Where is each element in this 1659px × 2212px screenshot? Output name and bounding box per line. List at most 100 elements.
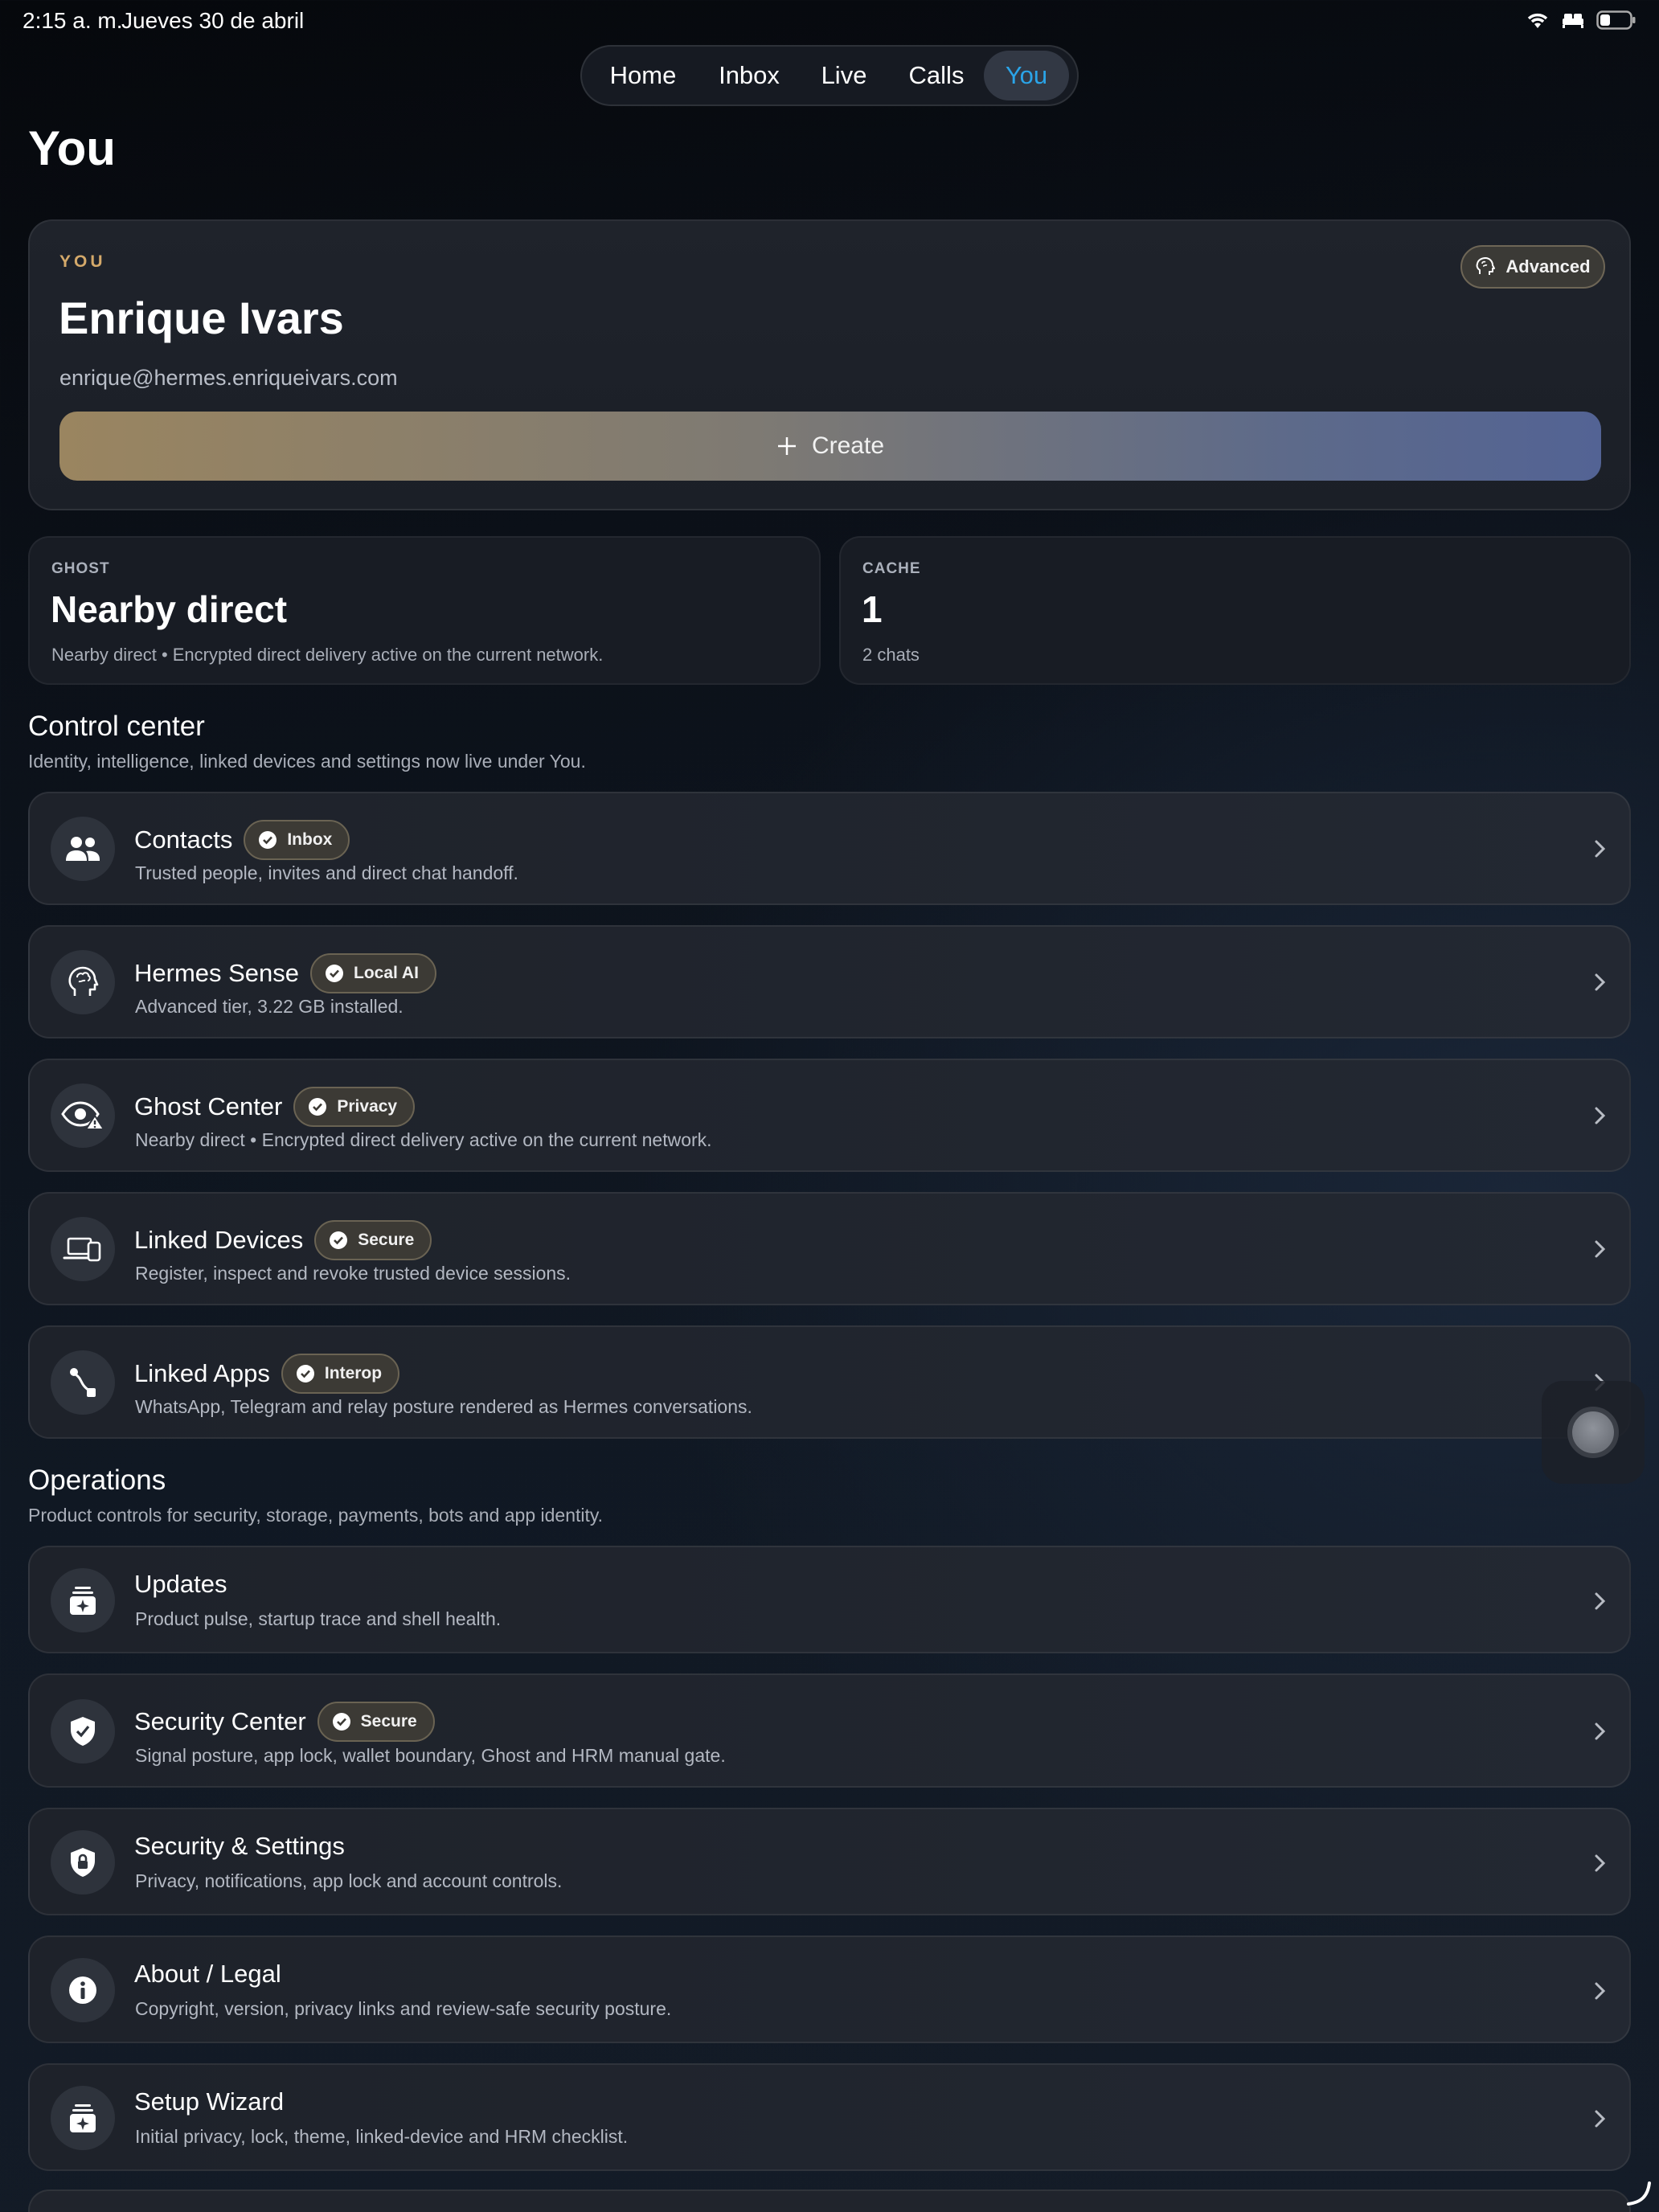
verified-check-icon — [259, 831, 277, 849]
badge-secure: Secure — [314, 1220, 432, 1260]
battery-icon — [1596, 10, 1636, 30]
row-about-legal[interactable]: About / Legal Copyright, version, privac… — [28, 1936, 1631, 2043]
badge-privacy-label: Privacy — [337, 1097, 398, 1116]
verified-check-icon — [309, 1098, 327, 1116]
row-linked-devices-title: Linked Devices — [134, 1226, 304, 1254]
verified-check-icon — [296, 1365, 314, 1382]
info-icon — [51, 1958, 115, 2022]
row-linked-devices[interactable]: Linked Devices Secure Register, inspect … — [28, 1192, 1631, 1305]
create-button[interactable]: Create — [59, 412, 1601, 481]
row-security-settings-desc: Privacy, notifications, app lock and acc… — [135, 1870, 563, 1891]
verified-check-icon — [332, 1713, 350, 1731]
row-linked-apps-title: Linked Apps — [134, 1359, 270, 1387]
tab-inbox[interactable]: Inbox — [699, 51, 799, 100]
row-security-center-title: Security Center — [134, 1707, 306, 1735]
row-security-center[interactable]: Security Center Secure Signal posture, a… — [28, 1673, 1631, 1788]
ghost-stat-card[interactable]: GHOST Nearby direct Nearby direct • Encr… — [28, 536, 821, 685]
row-contacts[interactable]: Contacts Inbox Trusted people, invites a… — [28, 792, 1631, 905]
sparkle-box-icon — [51, 2086, 115, 2150]
badge-secure-label: Secure — [358, 1231, 415, 1249]
chevron-right-icon — [1595, 1592, 1606, 1610]
row-linked-apps[interactable]: Linked Apps Interop WhatsApp, Telegram a… — [28, 1325, 1631, 1439]
cache-stat-card[interactable]: CACHE 1 2 chats — [839, 536, 1631, 685]
operations-title: Operations — [28, 1464, 166, 1496]
tab-live[interactable]: Live — [799, 51, 889, 100]
brain-head-icon — [1477, 257, 1496, 275]
control-center-title: Control center — [28, 711, 205, 742]
profile-card: YOU Enrique Ivars enrique@hermes.enrique… — [28, 219, 1631, 510]
laptop-phone-icon — [51, 1217, 115, 1281]
row-contacts-desc: Trusted people, invites and direct chat … — [135, 862, 518, 883]
create-button-label: Create — [811, 432, 885, 459]
row-setup-wizard[interactable]: Setup Wizard Initial privacy, lock, them… — [28, 2063, 1631, 2171]
cache-stat-sub: 2 chats — [862, 645, 920, 665]
bed-icon — [1563, 14, 1583, 28]
row-ghost-center-desc: Nearby direct • Encrypted direct deliver… — [135, 1129, 712, 1150]
row-updates-desc: Product pulse, startup trace and shell h… — [135, 1608, 502, 1629]
row-setup-wizard-title: Setup Wizard — [134, 2087, 285, 2116]
control-center-subtitle: Identity, intelligence, linked devices a… — [28, 751, 586, 772]
tab-home[interactable]: Home — [587, 51, 699, 100]
badge-local-ai: Local AI — [310, 953, 436, 993]
brain-head-icon — [51, 950, 115, 1014]
row-security-center-desc: Signal posture, app lock, wallet boundar… — [135, 1745, 726, 1766]
chevron-right-icon — [1595, 2110, 1606, 2128]
row-about-legal-desc: Copyright, version, privacy links and re… — [135, 1998, 672, 2019]
tab-you[interactable]: You — [984, 51, 1069, 100]
chevron-right-icon — [1595, 840, 1606, 858]
status-time: 2:15 a. m. — [23, 8, 123, 33]
eye-warning-icon — [51, 1083, 115, 1148]
row-hermes-sense-desc: Advanced tier, 3.22 GB installed. — [135, 996, 403, 1017]
row-security-settings-title: Security & Settings — [134, 1832, 345, 1860]
profile-kicker: YOU — [59, 252, 106, 271]
status-icons — [1526, 10, 1636, 31]
cache-stat-label: CACHE — [862, 560, 921, 577]
badge-secure: Secure — [317, 1702, 435, 1742]
badge-inbox-label: Inbox — [287, 830, 333, 849]
badge-local-ai-label: Local AI — [354, 964, 419, 982]
status-bar: 2:15 a. m. Jueves 30 de abril — [0, 0, 1659, 45]
row-contacts-title: Contacts — [134, 825, 233, 854]
row-ghost-center-title: Ghost Center — [134, 1092, 283, 1120]
tab-bar: Home Inbox Live Calls You — [580, 45, 1079, 106]
ghost-stat-sub: Nearby direct • Encrypted direct deliver… — [51, 645, 604, 665]
resize-handle-icon[interactable] — [1625, 2180, 1653, 2207]
row-updates-title: Updates — [134, 1570, 227, 1598]
assistive-touch-button[interactable] — [1542, 1381, 1645, 1484]
assistive-touch-dot — [1567, 1407, 1619, 1458]
row-updates[interactable]: Updates Product pulse, startup trace and… — [28, 1546, 1631, 1653]
badge-privacy: Privacy — [293, 1087, 416, 1127]
chevron-right-icon — [1595, 1854, 1606, 1872]
row-hermes-sense[interactable]: Hermes Sense Local AI Advanced tier, 3.2… — [28, 925, 1631, 1038]
shield-check-icon — [51, 1699, 115, 1763]
tab-calls[interactable]: Calls — [889, 51, 984, 100]
next-row-peek[interactable] — [28, 2189, 1631, 2212]
cache-stat-value: 1 — [862, 588, 883, 630]
verified-check-icon — [330, 1231, 348, 1249]
row-ghost-center[interactable]: Ghost Center Privacy Nearby direct • Enc… — [28, 1059, 1631, 1172]
profile-email: enrique@hermes.enriqueivars.com — [59, 366, 398, 390]
chevron-right-icon — [1595, 1722, 1606, 1740]
route-icon — [51, 1350, 115, 1415]
row-security-settings[interactable]: Security & Settings Privacy, notificatio… — [28, 1808, 1631, 1915]
chevron-right-icon — [1595, 1982, 1606, 2000]
wifi-icon — [1527, 13, 1548, 28]
chevron-right-icon — [1595, 973, 1606, 991]
row-hermes-sense-title: Hermes Sense — [134, 959, 300, 987]
tier-badge[interactable]: Advanced — [1460, 245, 1605, 289]
page-title: You — [28, 121, 116, 175]
profile-name: Enrique Ivars — [59, 293, 344, 343]
row-about-legal-title: About / Legal — [134, 1960, 281, 1988]
badge-secure-label: Secure — [360, 1712, 417, 1731]
row-linked-apps-desc: WhatsApp, Telegram and relay posture ren… — [135, 1396, 752, 1417]
badge-inbox: Inbox — [244, 820, 350, 860]
sparkle-box-icon — [51, 1568, 115, 1632]
status-date: Jueves 30 de abril — [121, 8, 305, 33]
shield-lock-icon — [51, 1830, 115, 1895]
verified-check-icon — [326, 965, 344, 982]
badge-interop: Interop — [281, 1354, 400, 1394]
ghost-stat-value: Nearby direct — [51, 588, 288, 630]
row-linked-devices-desc: Register, inspect and revoke trusted dev… — [135, 1263, 571, 1284]
tier-badge-label: Advanced — [1505, 256, 1591, 276]
plus-icon — [777, 437, 796, 455]
